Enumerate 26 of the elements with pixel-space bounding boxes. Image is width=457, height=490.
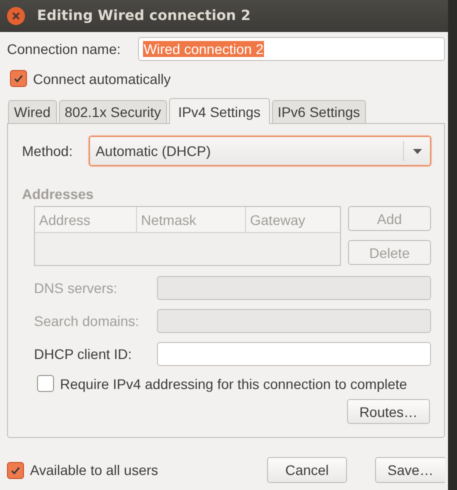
checkbox[interactable] [7,462,24,478]
checkbox[interactable] [37,375,54,392]
checkbox-label: Connect automatically [33,70,171,86]
field-label: DHCP client ID: [34,346,133,362]
cancel-button[interactable]: Cancel [267,457,347,483]
dropdown-arrow-icon [412,148,422,154]
window-title: Editing Wired connection 2 [37,8,251,24]
routes-button[interactable]: Routes… [347,399,430,424]
field-value: Wired connection 2 [142,41,264,57]
checkbox-label: Require IPv4 addressing for this connection to complete [60,376,408,392]
tab[interactable]: IPv6 Settings [272,100,366,123]
checkbox[interactable] [10,70,27,87]
checkbox-label: Available to all users [30,462,158,478]
field-label: Search domains: [34,313,140,329]
tab[interactable]: 802.1x Security [58,100,168,123]
field-label: DNS servers: [34,280,118,296]
close-button[interactable] [7,7,25,25]
section-heading: Addresses [22,186,95,202]
field-label: Method: [22,143,73,159]
tab[interactable]: Wired [8,100,57,123]
method-dropdown[interactable]: Automatic (DHCP) [88,136,431,166]
close-icon [12,12,20,20]
tab[interactable]: IPv4 Settings [169,98,270,124]
input-field[interactable] [157,342,431,366]
field-label: Connection name: [7,41,121,57]
save-button[interactable]: Save… [375,457,445,483]
